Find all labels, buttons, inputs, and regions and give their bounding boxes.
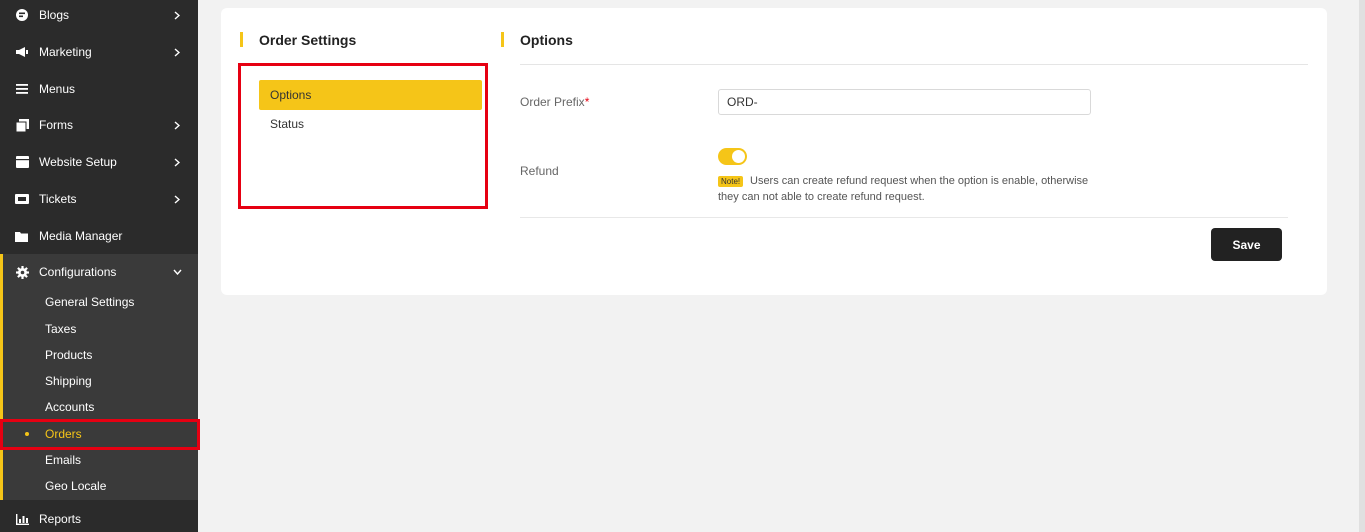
sidebar-item-website-setup[interactable]: Website Setup bbox=[0, 144, 198, 180]
sidebar-item-menus[interactable]: Menus bbox=[0, 71, 198, 107]
ticket-icon bbox=[15, 192, 29, 206]
sidebar-item-tickets[interactable]: Tickets bbox=[0, 181, 198, 217]
megaphone-icon bbox=[15, 45, 29, 59]
sidebar-item-label: Tickets bbox=[39, 192, 77, 206]
chevron-down-icon bbox=[172, 267, 182, 277]
chevron-right-icon bbox=[172, 157, 182, 167]
save-button[interactable]: Save bbox=[1211, 228, 1282, 261]
order-settings-title: Order Settings bbox=[259, 32, 357, 48]
title-accent-bar bbox=[240, 32, 243, 47]
sidebar-item-media-manager[interactable]: Media Manager bbox=[0, 218, 198, 254]
sidebar-item-marketing[interactable]: Marketing bbox=[0, 34, 198, 70]
sidebar-item-label: Blogs bbox=[39, 8, 70, 22]
website-icon bbox=[15, 155, 29, 169]
orders-highlight-box bbox=[0, 419, 200, 450]
blog-icon bbox=[15, 8, 29, 22]
refund-label: Refund bbox=[520, 164, 559, 178]
sidebar-subitem-label: Emails bbox=[45, 453, 82, 467]
page-scrollbar[interactable] bbox=[1359, 0, 1365, 532]
tabs-highlight-box bbox=[238, 63, 488, 209]
chevron-right-icon bbox=[172, 47, 182, 57]
chevron-right-icon bbox=[172, 120, 182, 130]
chevron-right-icon bbox=[172, 10, 182, 20]
sidebar-item-label: Marketing bbox=[39, 45, 92, 59]
sidebar-subitem-label: Accounts bbox=[45, 400, 95, 414]
forms-icon bbox=[15, 118, 29, 132]
title-accent-bar bbox=[501, 32, 504, 47]
order-prefix-label: Order Prefix* bbox=[520, 95, 589, 109]
order-settings-card: Order Settings Options Options Status Or… bbox=[221, 8, 1327, 295]
folder-icon bbox=[15, 229, 29, 243]
sidebar-item-label: Forms bbox=[39, 118, 73, 132]
row-divider bbox=[520, 217, 1288, 218]
sidebar-subitem-shipping[interactable]: Shipping bbox=[0, 368, 198, 394]
sidebar-item-label: Configurations bbox=[39, 265, 117, 279]
sidebar-subitem-taxes[interactable]: Taxes bbox=[0, 316, 198, 342]
refund-toggle[interactable] bbox=[718, 148, 747, 165]
sidebar-subitem-label: General Settings bbox=[45, 295, 135, 309]
order-prefix-input[interactable] bbox=[718, 89, 1091, 115]
sidebar-subitem-general-settings[interactable]: General Settings bbox=[0, 289, 198, 315]
refund-note-text: Users can create refund request when the… bbox=[718, 175, 1089, 203]
toggle-knob bbox=[732, 150, 745, 163]
gear-icon bbox=[15, 265, 29, 279]
sidebar-subitem-label: Products bbox=[45, 348, 93, 362]
bar-chart-icon bbox=[15, 512, 29, 526]
sidebar-subitem-label: Shipping bbox=[45, 374, 92, 388]
required-mark: * bbox=[584, 95, 590, 109]
sidebar-item-configurations[interactable]: Configurations bbox=[0, 254, 198, 290]
sidebar-item-blogs[interactable]: Blogs bbox=[0, 0, 198, 33]
sidebar-item-label: Reports bbox=[39, 512, 82, 526]
sidebar-item-label: Media Manager bbox=[39, 229, 123, 243]
sidebar-item-forms[interactable]: Forms bbox=[0, 107, 198, 143]
sidebar-subitem-label: Geo Locale bbox=[45, 479, 107, 493]
order-prefix-label-text: Order Prefix bbox=[520, 95, 585, 109]
sidebar-subitem-label: Taxes bbox=[45, 322, 77, 336]
chevron-right-icon bbox=[172, 194, 182, 204]
sidebar-subitem-products[interactable]: Products bbox=[0, 342, 198, 368]
sidebar-item-label: Website Setup bbox=[39, 155, 117, 169]
sidebar-subitem-emails[interactable]: Emails bbox=[0, 447, 198, 473]
header-divider bbox=[520, 64, 1308, 65]
menu-lines-icon bbox=[15, 82, 29, 96]
note-badge: Note! bbox=[718, 176, 744, 187]
sidebar-item-label: Menus bbox=[39, 82, 76, 96]
options-title: Options bbox=[520, 32, 573, 48]
sidebar: Blogs Marketing Menus Forms Website Setu… bbox=[0, 0, 198, 532]
sidebar-subitem-accounts[interactable]: Accounts bbox=[0, 394, 198, 420]
sidebar-subitem-geo-locale[interactable]: Geo Locale bbox=[0, 473, 198, 499]
sidebar-item-reports[interactable]: Reports bbox=[0, 501, 198, 532]
